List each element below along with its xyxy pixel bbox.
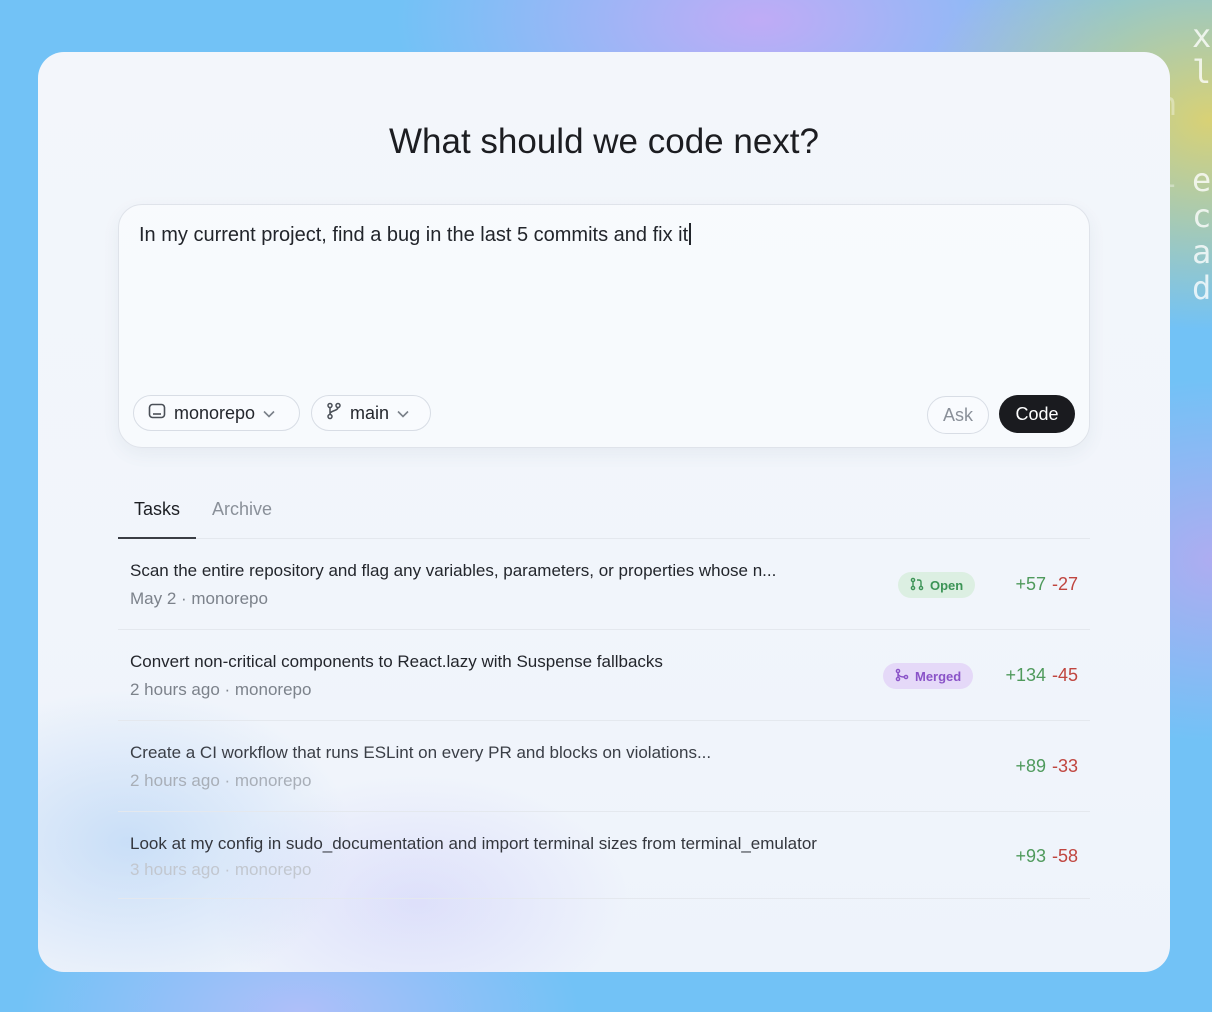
git-branch-icon (326, 402, 342, 425)
task-title: Create a CI workflow that runs ESLint on… (130, 743, 712, 762)
diff-stats: +57 -27 (1015, 574, 1078, 595)
prompt-composer[interactable]: In my current project, find a bug in the… (118, 204, 1090, 448)
main-panel: What should we code next? In my current … (38, 52, 1170, 972)
status-badge-label: Merged (915, 668, 962, 684)
active-tab-indicator (118, 537, 196, 539)
status-badge: Open (898, 572, 976, 598)
prompt-input[interactable]: In my current project, find a bug in the… (139, 223, 691, 247)
pull-request-icon (910, 577, 924, 594)
repo-selector[interactable]: monorepo (133, 395, 300, 431)
deletions-count: -27 (1051, 574, 1078, 594)
code-button[interactable]: Code (999, 395, 1075, 433)
deletions-count: -58 (1051, 846, 1078, 866)
tab-archive[interactable]: Archive (212, 499, 272, 520)
task-meta: 3 hours ago · monorepo (130, 860, 312, 879)
deletions-count: -33 (1051, 756, 1078, 776)
chevron-down-icon (263, 405, 275, 421)
deletions-count: -45 (1051, 665, 1078, 685)
page-title: What should we code next? (389, 122, 819, 161)
ask-button[interactable]: Ask (927, 396, 989, 434)
branch-selector-label: main (350, 402, 390, 423)
diff-stats: +134 -45 (1005, 665, 1078, 686)
merge-icon (895, 668, 909, 685)
task-row[interactable]: Create a CI workflow that runs ESLint on… (118, 722, 1090, 812)
prompt-input-text: In my current project, find a bug in the… (139, 224, 689, 246)
additions-count: +93 (1015, 846, 1046, 866)
task-row[interactable]: Look at my config in sudo_documentation … (118, 813, 1090, 899)
chevron-down-icon (397, 405, 409, 421)
task-tabs: Tasks Archive (118, 482, 1090, 540)
additions-count: +57 (1015, 574, 1046, 594)
diff-stats: +93 -58 (1015, 846, 1078, 867)
tab-tasks[interactable]: Tasks (134, 499, 180, 520)
laptop-icon (148, 403, 166, 424)
status-badge-label: Open (930, 577, 964, 593)
branch-selector[interactable]: main (311, 395, 431, 431)
repo-selector-label: monorepo (174, 402, 256, 423)
task-meta: 2 hours ago · monorepo (130, 680, 312, 699)
task-row[interactable]: Convert non-critical components to React… (118, 631, 1090, 721)
diff-stats: +89 -33 (1015, 756, 1078, 777)
task-row[interactable]: Scan the entire repository and flag any … (118, 540, 1090, 630)
tabs-divider (118, 538, 1090, 539)
additions-count: +134 (1005, 665, 1046, 685)
additions-count: +89 (1015, 756, 1046, 776)
task-title: Look at my config in sudo_documentation … (130, 834, 817, 853)
task-meta: May 2 · monorepo (130, 589, 268, 608)
text-caret (689, 223, 691, 245)
task-meta: 2 hours ago · monorepo (130, 771, 312, 790)
decorative-letters: x l e c a d (1192, 17, 1212, 307)
status-badge: Merged (883, 663, 974, 689)
task-title: Convert non-critical components to React… (130, 652, 663, 671)
task-title: Scan the entire repository and flag any … (130, 561, 777, 580)
